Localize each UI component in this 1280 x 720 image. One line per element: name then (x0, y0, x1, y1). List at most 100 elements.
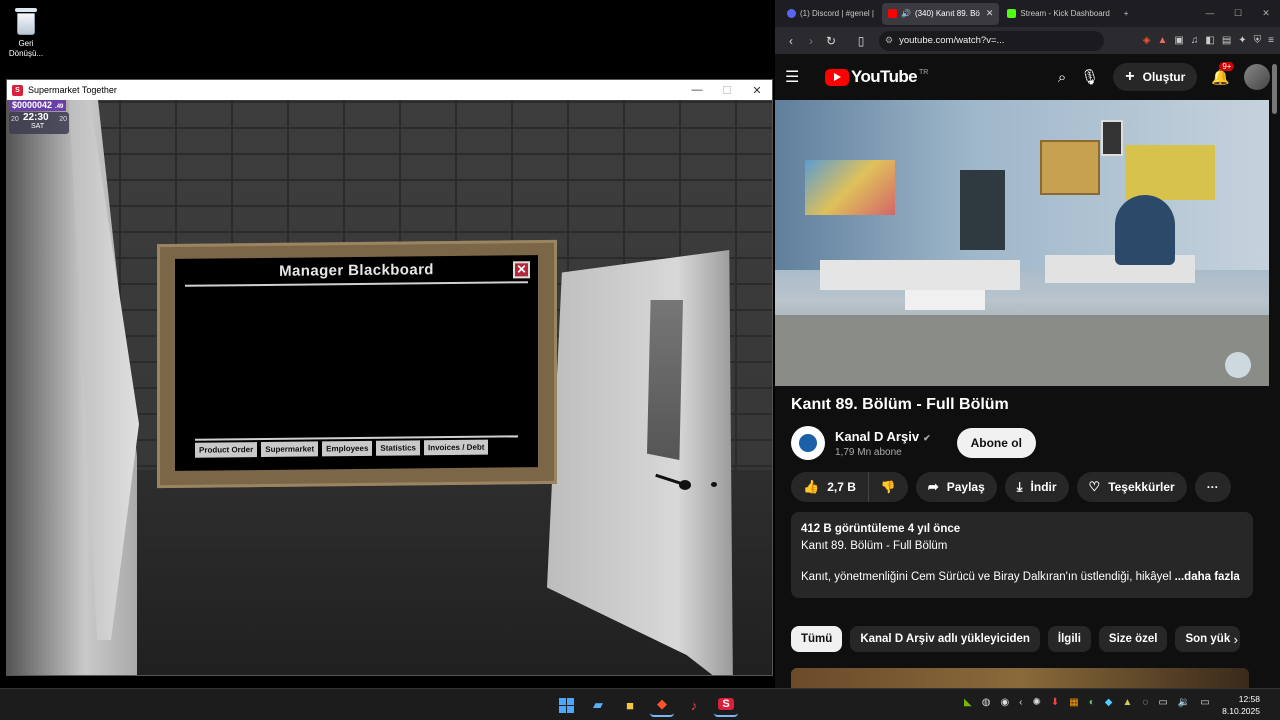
browser-close-button[interactable]: ✕ (1252, 8, 1280, 19)
volume-icon[interactable]: 🔉 (1178, 697, 1190, 708)
supermarket-game[interactable]: S (714, 693, 738, 717)
money-display: $0000042.49 (9, 100, 67, 111)
music-icon[interactable]: ♫ (1191, 35, 1199, 46)
address-bar[interactable]: ⚙ youtube.com/watch?v=... (879, 30, 1104, 51)
time: 12:58 (1238, 694, 1260, 704)
chip-all[interactable]: Tümü (791, 626, 843, 652)
tab-label: (340) Kanıt 89. Bö (914, 9, 980, 18)
menu-icon[interactable]: ≡ (1268, 35, 1274, 46)
photos-app[interactable]: ▰ (586, 693, 610, 717)
vpn-icon[interactable]: ⛨ (1254, 35, 1262, 46)
date: 8.10.2025 (1222, 706, 1260, 716)
battery-icon[interactable]: ▭ (1200, 697, 1209, 708)
start-button[interactable] (554, 693, 578, 717)
browser-maximize-button[interactable]: ☐ (1224, 8, 1252, 19)
chip-recent[interactable]: Son yük (1175, 626, 1241, 652)
like-button[interactable]: 👍 2,7 B (791, 472, 869, 502)
video-player[interactable] (775, 100, 1269, 386)
show-hidden-icon[interactable]: ‹ (1019, 697, 1022, 708)
game-titlebar[interactable]: S Supermarket Together — ☐ ✕ (7, 80, 772, 100)
blackboard-close-icon[interactable]: ✕ (513, 261, 530, 279)
chip-related[interactable]: İlgili (1047, 626, 1091, 652)
game-viewport[interactable]: $0000042.49 20 22:30 SAT 20 Manager Blac… (7, 100, 772, 675)
sidebar-icon[interactable]: ◧ (1205, 35, 1214, 46)
tab-close-icon[interactable]: ✕ (986, 8, 994, 19)
taskbar-clock[interactable]: 12:58 8.10.2025 (1222, 693, 1260, 717)
notifications-icon[interactable]: 🔔 9+ (1211, 62, 1235, 86)
new-tab-button[interactable]: + (1118, 3, 1135, 25)
chip-from-uploader[interactable]: Kanal D Arşiv adlı yükleyiciden (850, 626, 1040, 652)
chevron-right-icon[interactable]: › (1234, 632, 1238, 647)
blackboard-panel: Manager Blackboard ✕ Product Order Super… (175, 255, 538, 471)
minimize-button[interactable]: — (682, 84, 712, 97)
dislike-button[interactable]: 👎 (869, 480, 908, 494)
tab-statistics[interactable]: Statistics (376, 440, 420, 456)
maximize-button[interactable]: ☐ (712, 84, 742, 97)
thanks-icon: ♡ (1088, 479, 1101, 494)
page-scrollbar[interactable] (1272, 64, 1277, 114)
tray-icon[interactable]: ◐ (1089, 697, 1095, 708)
tab-invoices-debt[interactable]: Invoices / Debt (423, 439, 489, 456)
network-icon[interactable]: ▭ (1158, 697, 1167, 708)
screenshot-icon[interactable]: ▣ (1174, 35, 1183, 46)
tray-icon[interactable]: ▦ (1069, 697, 1078, 708)
bookmark-icon[interactable]: ▯ (851, 34, 871, 48)
hamburger-icon[interactable]: ☰ (785, 67, 815, 87)
game-window-title: Supermarket Together (28, 85, 117, 95)
tray-icon[interactable]: ◆ (1105, 697, 1113, 708)
brave-browser[interactable]: ◆ (650, 693, 674, 717)
thumbs-up-icon: 👍 (803, 479, 820, 494)
youtube-logo[interactable]: YouTube TR (825, 67, 928, 87)
related-video-thumbnail[interactable] (791, 668, 1249, 688)
wallet-icon[interactable]: ▤ (1222, 35, 1231, 46)
reload-icon[interactable]: ↻ (821, 34, 841, 48)
more-actions-button[interactable]: ··· (1194, 472, 1231, 502)
related-filter-chips: Tümü Kanal D Arşiv adlı yükleyiciden İlg… (791, 626, 1253, 652)
browser-tab-youtube[interactable]: 🔊 (340) Kanıt 89. Bö ✕ (881, 2, 1000, 25)
thumbs-down-icon: 👎 (880, 480, 896, 494)
tray-app-icon[interactable]: ◍ (982, 697, 991, 708)
brave-shield-icon[interactable]: ◈ (1143, 35, 1151, 46)
download-button[interactable]: ⤓ İndir (1004, 472, 1069, 502)
nvidia-icon[interactable]: ◣ (964, 697, 972, 708)
subscribe-button[interactable]: Abone ol (956, 428, 1036, 458)
tray-icon[interactable]: ◌ (1142, 697, 1148, 708)
leo-icon[interactable]: ✦ (1238, 35, 1246, 46)
avatar[interactable] (1244, 64, 1270, 90)
supermarket-icon: S (718, 698, 734, 710)
channel-avatar[interactable] (791, 426, 825, 460)
forward-icon[interactable]: › (801, 34, 821, 48)
description-box[interactable]: 412 B görüntüleme 4 yıl önce Kanıt 89. B… (791, 512, 1253, 598)
recycle-bin-shortcut[interactable]: Geri Dönüşü... (4, 4, 48, 59)
tab-supermarket[interactable]: Supermarket (261, 441, 319, 458)
chip-for-you[interactable]: Size özel (1098, 626, 1168, 652)
youtube-play-icon (825, 68, 849, 86)
tray-icon[interactable]: ▲ (1123, 697, 1133, 708)
channel-name[interactable]: Kanal D Arşiv (835, 429, 919, 444)
steam-icon[interactable]: ◉ (1000, 697, 1009, 708)
site-info-icon[interactable]: ⚙ (885, 35, 893, 46)
create-button[interactable]: + Oluştur (1113, 63, 1198, 91)
back-icon[interactable]: ‹ (781, 34, 801, 48)
share-button[interactable]: ➦ Paylaş (915, 472, 997, 502)
microphone-icon[interactable]: 🎙 (1080, 68, 1099, 86)
tab-employees[interactable]: Employees (322, 440, 373, 457)
browser-minimize-button[interactable]: — (1196, 8, 1224, 19)
show-more-link[interactable]: ...daha fazla (1175, 571, 1240, 583)
description-line: Kanıt 89. Bölüm - Full Bölüm (801, 540, 948, 552)
download-label: İndir (1030, 480, 1057, 494)
tray-icon[interactable]: ⬇ (1051, 697, 1059, 708)
rewards-icon[interactable]: ▲ (1158, 35, 1168, 46)
door-handle (655, 476, 695, 490)
browser-tab-kick[interactable]: Stream - Kick Dashboard (1001, 3, 1115, 25)
tray-icon[interactable]: ✺ (1033, 697, 1041, 708)
search-icon[interactable]: ⌕ (1058, 69, 1066, 86)
brave-icon: ◆ (657, 696, 667, 711)
tab-product-order[interactable]: Product Order (195, 442, 258, 458)
close-button[interactable]: ✕ (742, 84, 772, 97)
browser-tab-discord[interactable]: (1) Discord | #genel | (781, 3, 880, 25)
thanks-button[interactable]: ♡ Teşekkürler (1076, 472, 1187, 502)
file-explorer[interactable]: ■ (618, 693, 642, 717)
video-meta: Kanıt 89. Bölüm - Full Bölüm Kanal D Arş… (791, 396, 1253, 598)
music-app[interactable]: ♪ (682, 693, 706, 717)
